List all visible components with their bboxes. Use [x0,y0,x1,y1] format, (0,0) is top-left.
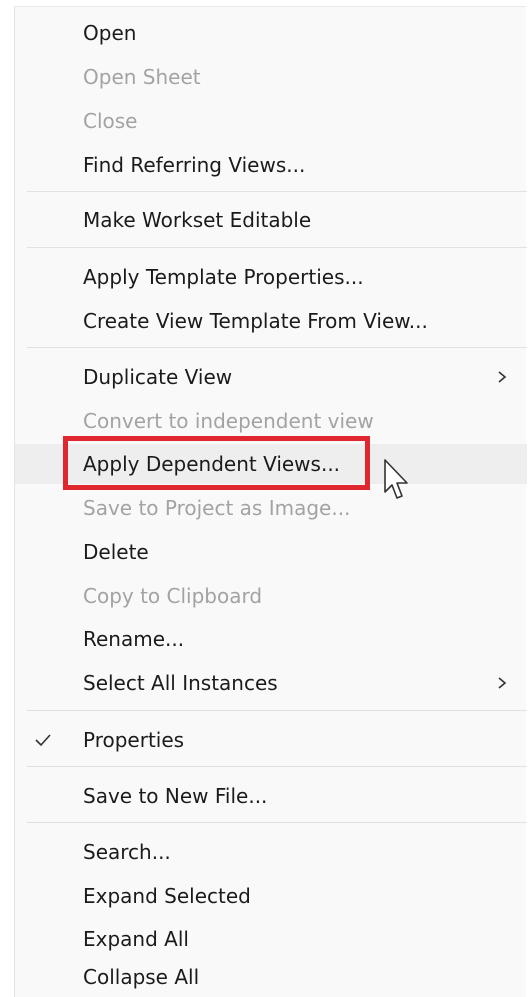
menu-item-label: Expand All [83,927,189,951]
menu-separator [27,766,527,767]
menu-item-label: Collapse All [83,965,200,989]
menu-item-label: Create View Template From View... [83,309,428,333]
menu-item-label: Close [83,109,138,133]
menu-item-label: Find Referring Views... [83,153,306,177]
menu-item-label: Duplicate View [83,365,233,389]
menu-item-delete[interactable]: Delete [15,532,527,572]
menu-item-label: Search... [83,840,171,864]
highlight-annotation-box [63,436,370,490]
checkmark-icon [35,734,51,747]
menu-item-close: Close [15,101,527,141]
menu-separator [27,191,527,192]
menu-item-label: Apply Template Properties... [83,265,364,289]
menu-separator [27,710,527,711]
menu-item-label: Make Workset Editable [83,208,312,232]
menu-item-make-workset-editable[interactable]: Make Workset Editable [15,200,527,240]
menu-separator [27,822,527,823]
mouse-pointer-icon [384,459,408,499]
menu-item-save-to-new-file[interactable]: Save to New File... [15,776,527,816]
menu-item-label: Copy to Clipboard [83,584,263,608]
context-menu: Open Open Sheet Close Find Referring Vie… [14,6,527,997]
menu-item-search[interactable]: Search... [15,832,527,872]
menu-item-save-to-project-as-image: Save to Project as Image... [15,488,527,528]
menu-item-rename[interactable]: Rename... [15,619,527,659]
menu-separator [27,347,527,348]
menu-item-label: Open [83,21,137,45]
menu-item-apply-template-properties[interactable]: Apply Template Properties... [15,257,527,297]
menu-item-label: Properties [83,728,185,752]
menu-item-copy-to-clipboard: Copy to Clipboard [15,576,527,616]
menu-item-expand-all[interactable]: Expand All [15,919,527,959]
menu-item-label: Select All Instances [83,671,278,695]
menu-item-duplicate-view[interactable]: Duplicate View [15,357,527,397]
menu-item-label: Open Sheet [83,65,201,89]
menu-item-label: Convert to independent view [83,409,374,433]
chevron-right-icon [498,371,507,383]
menu-item-label: Delete [83,540,149,564]
menu-item-label: Save to Project as Image... [83,496,351,520]
menu-item-expand-selected[interactable]: Expand Selected [15,876,527,916]
menu-item-open-sheet: Open Sheet [15,57,527,97]
menu-separator [27,247,527,248]
menu-item-create-view-template[interactable]: Create View Template From View... [15,301,527,341]
menu-item-open[interactable]: Open [15,13,527,53]
menu-item-label: Expand Selected [83,884,251,908]
menu-item-convert-to-independent-view: Convert to independent view [15,401,527,441]
menu-item-find-referring-views[interactable]: Find Referring Views... [15,145,527,185]
menu-item-label: Rename... [83,627,185,651]
menu-item-properties[interactable]: Properties [15,720,527,760]
menu-item-select-all-instances[interactable]: Select All Instances [15,663,527,703]
chevron-right-icon [498,677,507,689]
menu-item-collapse-all[interactable]: Collapse All [15,957,527,997]
menu-item-label: Save to New File... [83,784,268,808]
